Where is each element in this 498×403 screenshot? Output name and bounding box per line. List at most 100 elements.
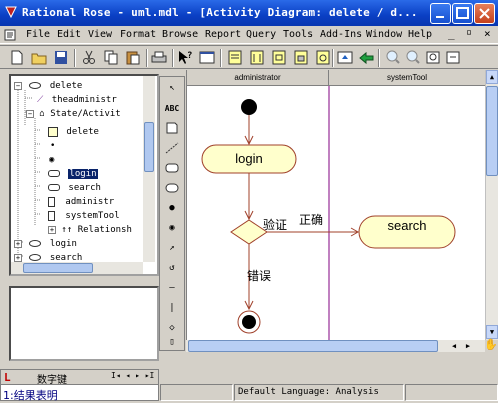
tree-node-delete-diagram[interactable]: delete bbox=[48, 126, 99, 138]
diagram-vscrollbar[interactable]: ▲ ▼ bbox=[485, 70, 498, 340]
vscroll-thumb[interactable] bbox=[486, 86, 498, 176]
diagram-graphics bbox=[201, 86, 456, 340]
browse-previous-icon[interactable] bbox=[358, 49, 376, 66]
scroll-left-icon[interactable]: ◀ bbox=[448, 340, 460, 352]
vertical-sync-tool-icon[interactable]: | bbox=[162, 299, 182, 317]
guard-yes-label: 正确 bbox=[299, 213, 324, 227]
browse-interaction-diagram-icon[interactable] bbox=[248, 49, 266, 66]
transition-tool-icon[interactable]: ↗ bbox=[162, 239, 182, 257]
window-title: Rational Rose - uml.mdl - [Activity Diag… bbox=[22, 6, 418, 19]
browser-vscrollbar[interactable] bbox=[143, 76, 155, 262]
tree-node-systemtool-swimlane[interactable]: systemTool bbox=[48, 210, 120, 222]
new-file-icon[interactable] bbox=[8, 49, 26, 66]
tree-node-login-usecase[interactable]: + login bbox=[14, 238, 77, 250]
start-state-icon: • bbox=[50, 141, 56, 151]
start-state-tool-icon[interactable]: ● bbox=[162, 199, 182, 217]
tree-node-relationships[interactable]: + ↑↑ Relationsh bbox=[48, 224, 132, 236]
browser-scroll-thumb[interactable] bbox=[144, 122, 154, 172]
fit-in-window-icon[interactable] bbox=[424, 49, 442, 66]
tree-node-theadministrator[interactable]: ⟋ theadministr bbox=[37, 94, 117, 106]
status-cell-empty bbox=[160, 384, 233, 401]
diagram-toolbox: ↖ ABC ● ◉ ↗ ↺ — | ◇ ▯ bbox=[159, 76, 185, 351]
copy-icon[interactable] bbox=[102, 49, 120, 66]
mdi-restore-icon[interactable]: ▫ bbox=[466, 27, 472, 38]
context-help-icon[interactable]: ? bbox=[176, 49, 194, 66]
zoom-in-icon[interactable] bbox=[384, 49, 402, 66]
selection-tool-icon[interactable]: ↖ bbox=[162, 79, 182, 97]
restore-button[interactable] bbox=[452, 3, 473, 24]
zoom-out-icon[interactable] bbox=[404, 49, 422, 66]
scroll-down-icon[interactable]: ▼ bbox=[486, 325, 498, 339]
cut-icon[interactable] bbox=[80, 49, 98, 66]
tree-node-administrator-swimlane[interactable]: administr bbox=[48, 196, 114, 208]
menu-view[interactable]: View bbox=[88, 29, 112, 40]
menu-format[interactable]: Format bbox=[120, 29, 156, 40]
tree-node-start-state[interactable]: • bbox=[50, 140, 55, 152]
browser-hscroll-thumb[interactable] bbox=[23, 263, 93, 273]
browser-hscrollbar[interactable] bbox=[11, 262, 143, 274]
end-state-tool-icon[interactable]: ◉ bbox=[162, 219, 182, 237]
browse-class-diagram-icon[interactable] bbox=[226, 49, 244, 66]
status-language: Default Language: Analysis bbox=[234, 384, 404, 401]
menu-window[interactable]: Window bbox=[366, 29, 402, 40]
tree-node-login-activity[interactable]: login bbox=[48, 168, 98, 180]
tree-node-state-activity[interactable]: − ⌂ State/Activit bbox=[26, 108, 121, 120]
activity-tool-icon[interactable] bbox=[162, 179, 182, 197]
activity-diagram-icon bbox=[48, 126, 58, 137]
state-tool-icon[interactable] bbox=[162, 159, 182, 177]
activity-diagram-canvas[interactable]: administrator systemTool login search 验证… bbox=[186, 70, 485, 340]
anchor-note-tool-icon[interactable] bbox=[162, 139, 182, 157]
horizontal-sync-tool-icon[interactable]: — bbox=[162, 279, 182, 297]
svg-text:?: ? bbox=[187, 51, 192, 61]
association-icon: ⟋ bbox=[37, 95, 44, 105]
print-icon[interactable] bbox=[150, 49, 168, 66]
hscroll-thumb[interactable] bbox=[188, 340, 438, 352]
state-activity-model-icon: ⌂ bbox=[39, 109, 45, 119]
pan-hand-icon[interactable]: ✋ bbox=[484, 338, 498, 352]
model-browser[interactable]: − delete ⟋ theadministr − ⌂ State/Activi… bbox=[9, 74, 159, 276]
browse-parent-icon[interactable] bbox=[336, 49, 354, 66]
menu-query[interactable]: Query bbox=[246, 29, 276, 40]
start-state bbox=[241, 99, 257, 115]
usecase-icon bbox=[29, 254, 42, 261]
paste-icon[interactable] bbox=[124, 49, 142, 66]
swimlane-icon bbox=[48, 196, 55, 207]
note-tool-icon[interactable] bbox=[162, 119, 182, 137]
close-button[interactable] bbox=[474, 3, 495, 24]
undo-fit-icon[interactable] bbox=[444, 49, 462, 66]
activity-login-label[interactable]: login bbox=[202, 145, 296, 173]
view-doc-icon[interactable] bbox=[198, 49, 216, 66]
menu-file[interactable]: File bbox=[26, 29, 50, 40]
menu-browse[interactable]: Browse bbox=[162, 29, 198, 40]
swimlane-icon bbox=[48, 210, 55, 221]
menu-edit[interactable]: Edit bbox=[57, 29, 81, 40]
menu-help[interactable]: Help bbox=[408, 29, 432, 40]
swimlane-tool-icon[interactable]: ▯ bbox=[162, 333, 182, 351]
tree-node-search-activity[interactable]: search bbox=[48, 182, 101, 194]
self-transition-tool-icon[interactable]: ↺ bbox=[162, 259, 182, 277]
menu-report[interactable]: Report bbox=[205, 29, 241, 40]
menu-tools[interactable]: Tools bbox=[283, 29, 313, 40]
usecase-icon bbox=[29, 240, 42, 247]
decision-node bbox=[230, 219, 268, 245]
scroll-up-icon[interactable]: ▲ bbox=[486, 70, 498, 84]
rose-app-icon bbox=[5, 6, 17, 19]
browse-component-diagram-icon[interactable] bbox=[270, 49, 288, 66]
documentation-panel[interactable] bbox=[9, 286, 159, 361]
save-icon[interactable] bbox=[52, 49, 70, 66]
minimize-button[interactable] bbox=[430, 3, 451, 24]
mdi-minimize-icon[interactable]: _ bbox=[448, 27, 455, 40]
tree-node-delete-usecase[interactable]: − delete bbox=[14, 80, 82, 92]
browse-state-diagram-icon[interactable] bbox=[314, 49, 332, 66]
menu-addins[interactable]: Add-Ins bbox=[320, 29, 362, 40]
log-icon: L bbox=[4, 371, 11, 384]
text-tool[interactable]: ABC bbox=[162, 99, 182, 117]
browse-deployment-diagram-icon[interactable] bbox=[292, 49, 310, 66]
open-folder-icon[interactable] bbox=[30, 49, 48, 66]
scroll-right-icon[interactable]: ▶ bbox=[462, 340, 474, 352]
mdi-close-icon[interactable]: × bbox=[484, 27, 491, 40]
log-nav-buttons[interactable]: I◂ ◂ ▸ ▸I bbox=[111, 371, 154, 380]
diagram-hscrollbar[interactable]: ◀ ▶ bbox=[186, 340, 485, 352]
tree-node-end-state[interactable]: ◉ bbox=[49, 154, 54, 166]
activity-search-label[interactable]: search bbox=[359, 216, 455, 240]
